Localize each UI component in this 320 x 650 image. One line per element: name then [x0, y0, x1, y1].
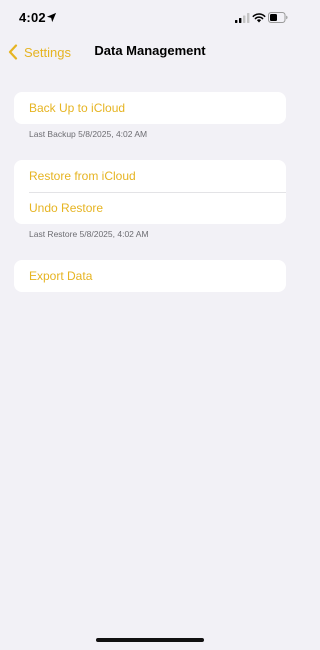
restore-from-icloud-button[interactable]: Restore from iCloud	[14, 160, 286, 192]
export-data-button[interactable]: Export Data	[14, 260, 286, 292]
backup-group: Back Up to iCloud	[14, 92, 286, 124]
last-restore-footnote: Last Restore 5/8/2025, 4:02 AM	[29, 229, 149, 239]
undo-restore-button[interactable]: Undo Restore	[14, 192, 286, 224]
status-time: 4:02	[19, 10, 46, 25]
back-up-to-icloud-button[interactable]: Back Up to iCloud	[14, 92, 286, 124]
export-data-label: Export Data	[29, 269, 93, 283]
cellular-signal-icon	[235, 13, 250, 23]
location-arrow-icon	[46, 12, 57, 23]
battery-icon	[268, 12, 288, 23]
restore-from-icloud-label: Restore from iCloud	[29, 169, 136, 183]
undo-restore-label: Undo Restore	[29, 201, 104, 215]
status-bar: 4:02	[0, 0, 300, 36]
last-backup-footnote: Last Backup 5/8/2025, 4:02 AM	[29, 129, 148, 139]
navigation-bar: Settings Data Management	[0, 36, 300, 66]
export-group: Export Data	[14, 260, 286, 292]
restore-group: Restore from iCloud Undo Restore	[14, 160, 286, 224]
back-up-to-icloud-label: Back Up to iCloud	[29, 101, 126, 115]
page-title: Data Management	[94, 43, 206, 58]
home-indicator[interactable]	[96, 638, 204, 642]
wifi-icon	[252, 13, 266, 23]
